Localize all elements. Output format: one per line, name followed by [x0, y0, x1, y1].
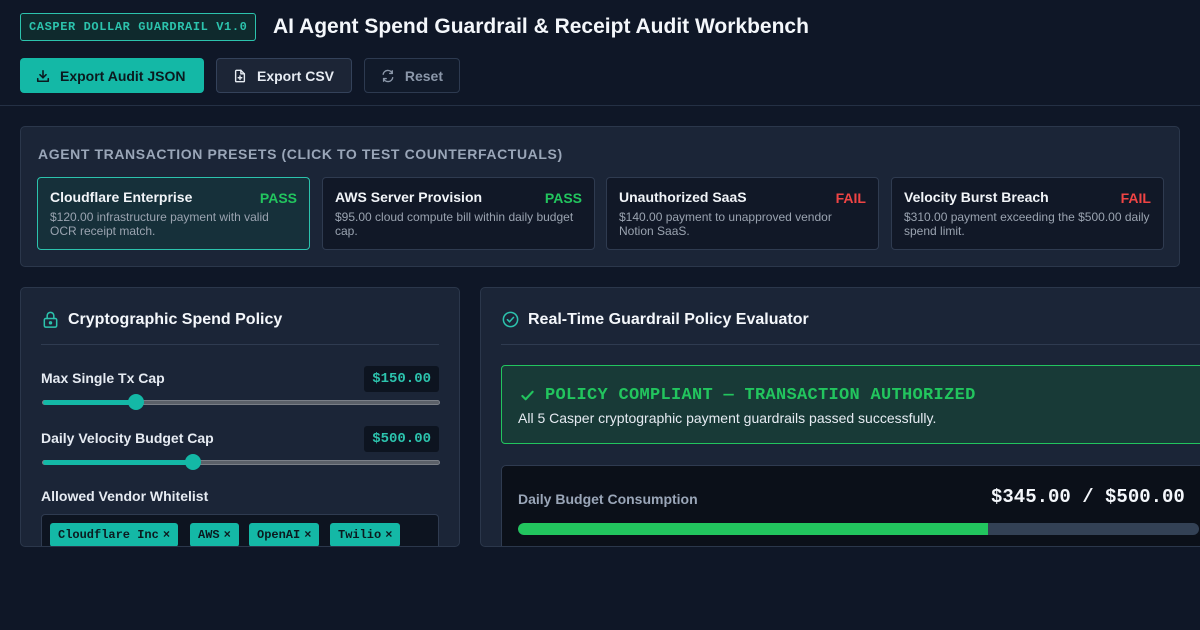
- compliance-banner-title: POLICY COMPLIANT — TRANSACTION AUTHORIZE…: [520, 386, 976, 405]
- vendor-tag: OpenAI ×: [249, 523, 320, 546]
- policy-evaluator-panel: Real-Time Guardrail Policy Evaluator POL…: [480, 287, 1200, 547]
- panel-divider: [501, 344, 1200, 345]
- preset-status-badge: PASS: [544, 190, 582, 206]
- max-tx-cap-value: $150.00: [364, 366, 439, 392]
- max-tx-cap-label: Max Single Tx Cap: [41, 370, 165, 386]
- preset-description: $95.00 cloud compute bill within daily b…: [335, 210, 574, 238]
- budget-consumption-value: $345.00 / $500.00: [991, 486, 1185, 508]
- slider-fill: [43, 400, 137, 405]
- refresh-icon: [382, 69, 394, 82]
- preset-status-badge: FAIL: [1120, 190, 1151, 206]
- page-title: AI Agent Spend Guardrail & Receipt Audit…: [273, 15, 809, 38]
- spend-policy-title: Cryptographic Spend Policy: [68, 310, 283, 328]
- export-audit-json-label: Export Audit JSON: [60, 67, 186, 84]
- compliance-subtitle: All 5 Casper cryptographic payment guard…: [518, 410, 937, 426]
- transaction-presets-panel: AGENT TRANSACTION PRESETS (CLICK TO TEST…: [20, 126, 1180, 267]
- preset-card-velocity-burst[interactable]: Velocity Burst Breach FAIL $310.00 payme…: [891, 177, 1164, 250]
- spend-policy-panel: Cryptographic Spend Policy Max Single Tx…: [20, 287, 460, 547]
- preset-name: Velocity Burst Breach: [904, 189, 1049, 205]
- preset-description: $310.00 payment exceeding the $500.00 da…: [904, 210, 1150, 238]
- budget-consumption-label: Daily Budget Consumption: [518, 491, 698, 507]
- reset-button[interactable]: Reset: [364, 58, 460, 93]
- app-header: CASPER DOLLAR GUARDRAIL V1.0 AI Agent Sp…: [0, 0, 1200, 106]
- budget-consumption-card: Daily Budget Consumption $345.00 / $500.…: [501, 465, 1200, 546]
- preset-name: Unauthorized SaaS: [619, 189, 747, 205]
- remove-tag-icon[interactable]: ×: [163, 528, 170, 542]
- check-icon: [521, 390, 534, 401]
- daily-cap-value: $500.00: [364, 426, 439, 452]
- budget-progress-bar: [518, 523, 1199, 535]
- export-csv-label: Export CSV: [257, 67, 335, 84]
- preset-description: $120.00 infrastructure payment with vali…: [50, 210, 269, 238]
- lock-icon: [43, 311, 58, 328]
- export-audit-json-button[interactable]: Export Audit JSON: [20, 58, 204, 93]
- evaluator-title: Real-Time Guardrail Policy Evaluator: [528, 310, 809, 328]
- daily-cap-label: Daily Velocity Budget Cap: [41, 430, 214, 446]
- brand-badge: CASPER DOLLAR GUARDRAIL V1.0: [20, 13, 257, 41]
- vendor-tag: Cloudflare Inc ×: [50, 523, 179, 546]
- vendor-tag-label: Twilio: [338, 528, 382, 542]
- preset-description: $140.00 payment to unapproved vendor Not…: [619, 210, 832, 238]
- preset-card-cloudflare[interactable]: Cloudflare Enterprise PASS $120.00 infra…: [37, 177, 310, 250]
- daily-cap-slider[interactable]: [42, 454, 440, 470]
- preset-status-badge: FAIL: [835, 190, 866, 206]
- vendor-whitelist-box[interactable]: Cloudflare Inc × AWS × OpenAI × Twilio ×: [41, 514, 439, 546]
- panel-divider: [41, 344, 439, 345]
- compliance-banner: POLICY COMPLIANT — TRANSACTION AUTHORIZE…: [501, 365, 1200, 444]
- remove-tag-icon[interactable]: ×: [304, 528, 311, 542]
- download-icon: [36, 69, 50, 82]
- remove-tag-icon[interactable]: ×: [385, 528, 392, 542]
- remove-tag-icon[interactable]: ×: [224, 528, 231, 542]
- preset-card-unauthorized-saas[interactable]: Unauthorized SaaS FAIL $140.00 payment t…: [606, 177, 879, 250]
- preset-card-aws[interactable]: AWS Server Provision PASS $95.00 cloud c…: [322, 177, 595, 250]
- max-tx-cap-slider[interactable]: [42, 394, 440, 410]
- vendor-tag-label: OpenAI: [257, 528, 301, 542]
- vendor-tag-label: Cloudflare Inc: [58, 528, 159, 542]
- compliance-status-text: POLICY COMPLIANT — TRANSACTION AUTHORIZE…: [545, 386, 976, 405]
- evaluator-header: Real-Time Guardrail Policy Evaluator: [501, 310, 809, 329]
- check-circle-icon: [502, 311, 519, 328]
- slider-thumb[interactable]: [185, 454, 202, 470]
- preset-status-badge: PASS: [259, 190, 297, 206]
- vendor-whitelist-label: Allowed Vendor Whitelist: [41, 488, 209, 504]
- file-plus-icon: [234, 69, 246, 82]
- slider-fill: [43, 460, 194, 465]
- vendor-tag: AWS ×: [190, 523, 239, 546]
- vendor-tag: Twilio ×: [330, 523, 401, 546]
- vendor-tag-label: AWS: [198, 528, 220, 542]
- budget-progress-fill: [518, 523, 988, 535]
- export-csv-button[interactable]: Export CSV: [216, 58, 352, 93]
- presets-title: AGENT TRANSACTION PRESETS (CLICK TO TEST…: [38, 146, 563, 162]
- slider-thumb[interactable]: [128, 394, 145, 410]
- spend-policy-header: Cryptographic Spend Policy: [41, 310, 282, 329]
- reset-label: Reset: [404, 67, 443, 84]
